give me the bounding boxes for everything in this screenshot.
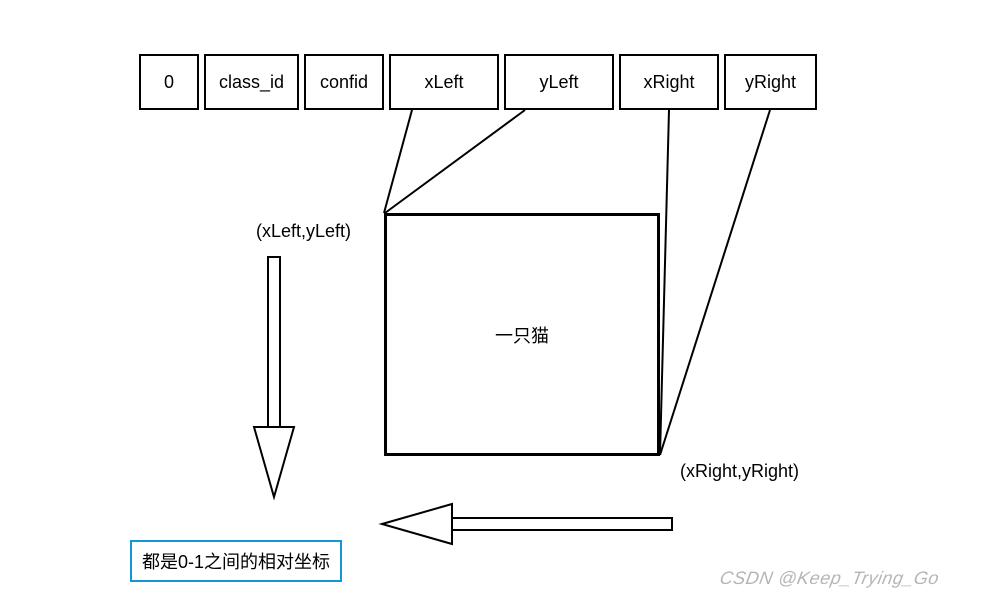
arrow-down-icon bbox=[254, 257, 294, 497]
cell-text: yRight bbox=[745, 72, 796, 93]
cell-text: confid bbox=[320, 72, 368, 93]
array-cell-yleft: yLeft bbox=[504, 54, 614, 110]
bbox-caption: 一只猫 bbox=[495, 322, 549, 348]
array-cell-class-id: class_id bbox=[204, 54, 299, 110]
bbox-rect: 一只猫 bbox=[384, 213, 660, 456]
array-cell-0: 0 bbox=[139, 54, 199, 110]
cell-text: xLeft bbox=[424, 72, 463, 93]
array-cell-yright: yRight bbox=[724, 54, 817, 110]
array-cell-xright: xRight bbox=[619, 54, 719, 110]
cell-text: class_id bbox=[219, 72, 284, 93]
array-cell-confid: confid bbox=[304, 54, 384, 110]
note-text: 都是0-1之间的相对坐标 bbox=[142, 552, 330, 572]
cell-text: 0 bbox=[164, 72, 174, 93]
arrow-left-icon bbox=[382, 504, 672, 544]
cell-text: xRight bbox=[643, 72, 694, 93]
watermark-text: CSDN @Keep_Trying_Go bbox=[718, 568, 941, 589]
bbox-top-left-label: (xLeft,yLeft) bbox=[256, 221, 351, 242]
cell-text: yLeft bbox=[539, 72, 578, 93]
note-box: 都是0-1之间的相对坐标 bbox=[130, 540, 342, 582]
array-cell-xleft: xLeft bbox=[389, 54, 499, 110]
bbox-bottom-right-label: (xRight,yRight) bbox=[680, 461, 799, 482]
